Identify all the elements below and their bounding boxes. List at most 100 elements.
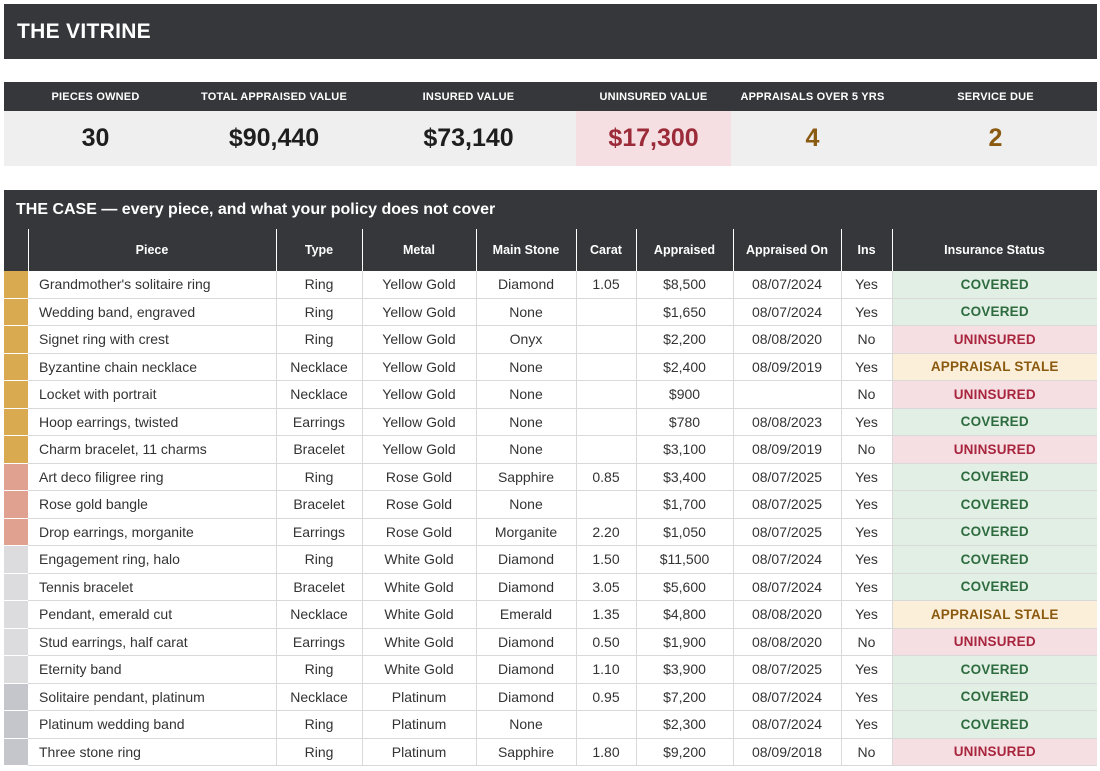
carat-cell[interactable]: 1.10 <box>576 655 637 684</box>
piece-cell[interactable]: Hoop earrings, twisted <box>28 408 277 436</box>
metal-cell[interactable]: Yellow Gold <box>362 271 477 299</box>
appraised-cell[interactable]: $9,200 <box>636 738 734 766</box>
metal-cell[interactable]: White Gold <box>362 655 477 684</box>
table-row[interactable]: Eternity band Ring White Gold Diamond 1.10 $3… <box>4 655 1097 684</box>
ins-cell[interactable]: Yes <box>841 271 893 299</box>
appraised-cell[interactable]: $1,700 <box>636 490 734 519</box>
type-cell[interactable]: Necklace <box>276 380 363 409</box>
table-row[interactable]: Drop earrings, morganite Earrings Rose Gol… <box>4 518 1097 546</box>
appraised-cell[interactable]: $11,500 <box>636 545 734 574</box>
main-stone-cell[interactable]: None <box>476 435 577 464</box>
main-stone-cell[interactable]: Sapphire <box>476 463 577 491</box>
appraised-cell[interactable]: $3,400 <box>636 463 734 491</box>
type-cell[interactable]: Ring <box>276 710 363 739</box>
carat-cell[interactable] <box>576 325 637 354</box>
main-stone-cell[interactable]: Diamond <box>476 271 577 299</box>
table-row[interactable]: Solitaire pendant, platinum Necklace Plati… <box>4 683 1097 711</box>
piece-cell[interactable]: Engagement ring, halo <box>28 545 277 574</box>
type-cell[interactable]: Earrings <box>276 628 363 656</box>
metal-cell[interactable]: Platinum <box>362 738 477 766</box>
column-header-appraised-on[interactable]: Appraised On <box>732 229 842 271</box>
metal-cell[interactable]: Platinum <box>362 683 477 711</box>
main-stone-cell[interactable]: Morganite <box>476 518 577 546</box>
metal-cell[interactable]: Yellow Gold <box>362 353 477 381</box>
metal-cell[interactable]: Yellow Gold <box>362 325 477 354</box>
ins-cell[interactable]: Yes <box>841 298 893 326</box>
appraised-cell[interactable]: $3,100 <box>636 435 734 464</box>
carat-cell[interactable]: 2.20 <box>576 518 637 546</box>
carat-cell[interactable] <box>576 710 637 739</box>
carat-cell[interactable] <box>576 408 637 436</box>
main-stone-cell[interactable]: Diamond <box>476 628 577 656</box>
appraised-cell[interactable]: $1,050 <box>636 518 734 546</box>
metal-cell[interactable]: White Gold <box>362 628 477 656</box>
metal-cell[interactable]: Platinum <box>362 710 477 739</box>
piece-cell[interactable]: Solitaire pendant, platinum <box>28 683 277 711</box>
carat-cell[interactable]: 1.35 <box>576 600 637 629</box>
type-cell[interactable]: Ring <box>276 298 363 326</box>
type-cell[interactable]: Ring <box>276 325 363 354</box>
table-row[interactable]: Wedding band, engraved Ring Yellow Gold Non… <box>4 298 1097 326</box>
appraised-cell[interactable]: $4,800 <box>636 600 734 629</box>
appraised-on-cell[interactable]: 08/07/2024 <box>733 710 842 739</box>
main-stone-cell[interactable]: Emerald <box>476 600 577 629</box>
table-row[interactable]: Rose gold bangle Bracelet Rose Gold None $1,… <box>4 490 1097 519</box>
type-cell[interactable]: Ring <box>276 738 363 766</box>
type-cell[interactable]: Ring <box>276 545 363 574</box>
ins-cell[interactable]: Yes <box>841 573 893 601</box>
main-stone-cell[interactable]: None <box>476 380 577 409</box>
ins-cell[interactable]: No <box>841 380 893 409</box>
appraised-on-cell[interactable]: 08/07/2024 <box>733 298 842 326</box>
column-header-main-stone[interactable]: Main Stone <box>475 229 577 271</box>
carat-cell[interactable]: 1.80 <box>576 738 637 766</box>
piece-cell[interactable]: Platinum wedding band <box>28 710 277 739</box>
piece-cell[interactable]: Wedding band, engraved <box>28 298 277 326</box>
main-stone-cell[interactable]: Onyx <box>476 325 577 354</box>
piece-cell[interactable]: Byzantine chain necklace <box>28 353 277 381</box>
ins-cell[interactable]: No <box>841 435 893 464</box>
carat-cell[interactable] <box>576 435 637 464</box>
main-stone-cell[interactable]: None <box>476 298 577 326</box>
main-stone-cell[interactable]: Diamond <box>476 655 577 684</box>
table-row[interactable]: Three stone ring Ring Platinum Sapphire 1.80… <box>4 738 1097 766</box>
appraised-cell[interactable]: $7,200 <box>636 683 734 711</box>
main-stone-cell[interactable]: None <box>476 490 577 519</box>
table-row[interactable]: Art deco filigree ring Ring Rose Gold Sapph… <box>4 463 1097 491</box>
carat-cell[interactable] <box>576 353 637 381</box>
table-row[interactable]: Engagement ring, halo Ring White Gold Diamo… <box>4 545 1097 574</box>
column-header-piece[interactable]: Piece <box>27 229 277 271</box>
appraised-on-cell[interactable]: 08/07/2024 <box>733 683 842 711</box>
table-row[interactable]: Locket with portrait Necklace Yellow Gold N… <box>4 380 1097 409</box>
main-stone-cell[interactable]: Diamond <box>476 683 577 711</box>
metal-cell[interactable]: Rose Gold <box>362 490 477 519</box>
ins-cell[interactable]: Yes <box>841 655 893 684</box>
appraised-cell[interactable]: $8,500 <box>636 271 734 299</box>
main-stone-cell[interactable]: Diamond <box>476 573 577 601</box>
piece-cell[interactable]: Grandmother's solitaire ring <box>28 271 277 299</box>
carat-cell[interactable]: 1.05 <box>576 271 637 299</box>
appraised-on-cell[interactable]: 08/07/2024 <box>733 545 842 574</box>
metal-cell[interactable]: Rose Gold <box>362 463 477 491</box>
type-cell[interactable]: Earrings <box>276 408 363 436</box>
piece-cell[interactable]: Charm bracelet, 11 charms <box>28 435 277 464</box>
piece-cell[interactable]: Rose gold bangle <box>28 490 277 519</box>
appraised-on-cell[interactable]: 08/09/2019 <box>733 435 842 464</box>
ins-cell[interactable]: No <box>841 628 893 656</box>
type-cell[interactable]: Necklace <box>276 600 363 629</box>
piece-cell[interactable]: Drop earrings, morganite <box>28 518 277 546</box>
appraised-on-cell[interactable]: 08/07/2025 <box>733 518 842 546</box>
column-header-ins[interactable]: Ins <box>840 229 893 271</box>
appraised-on-cell[interactable]: 08/07/2025 <box>733 655 842 684</box>
piece-cell[interactable]: Pendant, emerald cut <box>28 600 277 629</box>
ins-cell[interactable]: Yes <box>841 353 893 381</box>
carat-cell[interactable]: 1.50 <box>576 545 637 574</box>
column-header-type[interactable]: Type <box>275 229 363 271</box>
type-cell[interactable]: Necklace <box>276 683 363 711</box>
piece-cell[interactable]: Three stone ring <box>28 738 277 766</box>
metal-cell[interactable]: Yellow Gold <box>362 298 477 326</box>
type-cell[interactable]: Bracelet <box>276 435 363 464</box>
main-stone-cell[interactable]: Diamond <box>476 545 577 574</box>
piece-cell[interactable]: Art deco filigree ring <box>28 463 277 491</box>
appraised-cell[interactable]: $2,200 <box>636 325 734 354</box>
column-header-carat[interactable]: Carat <box>575 229 637 271</box>
